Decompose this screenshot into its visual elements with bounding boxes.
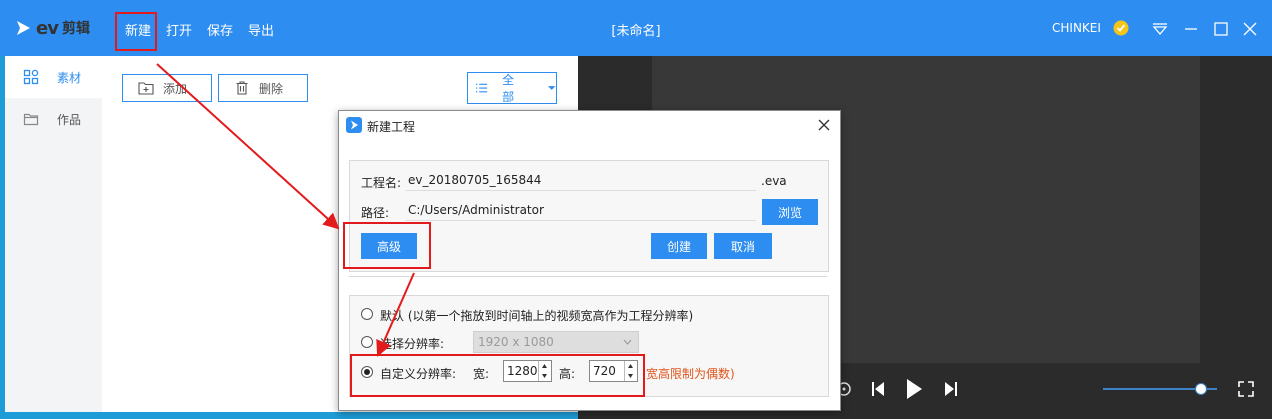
next-frame-icon[interactable]: [944, 381, 958, 397]
filter-dropdown[interactable]: 全部: [467, 72, 557, 104]
add-button-label: 添加: [163, 81, 188, 96]
browse-button[interactable]: 浏览: [762, 199, 818, 225]
add-button[interactable]: 添加: [122, 74, 212, 102]
resolution-select-value: 1920 x 1080: [478, 335, 554, 349]
dialog-title: 新建工程: [367, 120, 416, 134]
path-label: 路径:: [361, 206, 390, 220]
annotation-box-new: [115, 12, 157, 51]
resolution-select[interactable]: 1920 x 1080: [473, 331, 639, 353]
annotation-box-custom: [350, 354, 645, 397]
vip-badge-icon[interactable]: [1113, 20, 1129, 36]
option-default-label: 默认 (以第一个拖放到时间轴上的视频宽高作为工程分辨率): [380, 309, 694, 323]
list-icon: [475, 83, 488, 93]
project-name-label: 工程名:: [361, 176, 402, 190]
sidebar-item-label: 素材: [57, 70, 82, 85]
fullscreen-icon[interactable]: [1238, 381, 1254, 397]
user-name[interactable]: CHINKEI: [1052, 21, 1101, 35]
play-icon[interactable]: [905, 378, 923, 400]
previous-frame-icon[interactable]: [871, 381, 885, 397]
option-select-label: 选择分辨率:: [380, 337, 445, 351]
add-folder-icon: [138, 82, 154, 95]
app-logo-icon: [346, 117, 362, 133]
cancel-button[interactable]: 取消: [714, 233, 772, 259]
maximize-icon[interactable]: [1214, 22, 1228, 36]
close-icon[interactable]: [1243, 22, 1257, 36]
sidebar-item-label: 作品: [57, 112, 82, 127]
material-grid-icon: [23, 69, 39, 85]
filter-label: 全部: [502, 73, 515, 104]
divider: [349, 276, 827, 277]
even-number-note: 宽高限制为偶数): [646, 367, 735, 381]
create-button[interactable]: 创建: [651, 233, 707, 259]
annotation-box-advanced: [343, 222, 431, 269]
chevron-down-icon: [547, 86, 556, 90]
folder-icon: [23, 113, 39, 126]
radio-select-resolution[interactable]: [361, 336, 373, 348]
radio-default[interactable]: [361, 308, 373, 320]
dialog-close-icon[interactable]: [818, 119, 830, 131]
volume-slider-handle[interactable]: [1195, 383, 1208, 395]
chevron-down-icon: [623, 339, 632, 345]
project-name-input[interactable]: ev_20180705_165844: [406, 170, 756, 191]
sidebar-item-material[interactable]: 素材: [5, 56, 102, 98]
delete-button[interactable]: 删除: [218, 74, 308, 102]
sidebar-item-works[interactable]: 作品: [5, 98, 102, 140]
project-extension: .eva: [761, 174, 787, 188]
dropdown-icon[interactable]: [1152, 22, 1168, 36]
path-input[interactable]: C:/Users/Administrator: [406, 200, 756, 221]
minimize-icon[interactable]: [1184, 22, 1198, 36]
delete-button-label: 删除: [259, 81, 284, 96]
trash-icon: [236, 81, 248, 95]
